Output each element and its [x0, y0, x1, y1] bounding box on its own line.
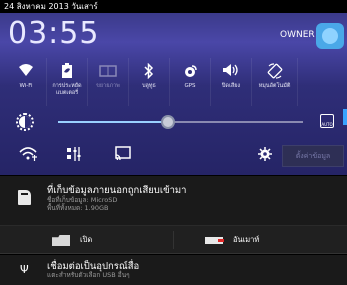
- tile-label: หมุนอัตโนมัติ: [258, 83, 291, 89]
- bluetooth-icon: [144, 62, 154, 83]
- user-name[interactable]: OWNER: [280, 30, 315, 40]
- unmount-icon: [205, 237, 224, 244]
- tile-label: การประหยัดแบตเตอรี่: [52, 83, 82, 96]
- auto-brightness-button[interactable]: AUTO: [320, 114, 334, 128]
- notification-line: ชื่อที่เก็บข้อมูล: MicroSD: [47, 196, 118, 204]
- auto-rotate-icon: [267, 63, 283, 83]
- divider: [173, 231, 174, 249]
- folder-icon: [52, 235, 70, 246]
- settings-label: ตั้งค่าข้อมูล: [295, 152, 331, 160]
- tile-label: Wi-Fi: [19, 83, 33, 89]
- gps-icon: [182, 63, 198, 83]
- tile-battery-saver[interactable]: การประหยัดแบตเตอรี่: [47, 58, 88, 106]
- brightness-row: AUTO: [0, 107, 347, 137]
- quick-settings-tiles: Wi-Fi การประหยัดแบตเตอรี่ ขยายภาพ บลูทูธ…: [6, 58, 343, 106]
- brightness-thumb[interactable]: [161, 115, 176, 129]
- notification-line: แตะสำหรับตัวเลือก USB อื่นๆ: [47, 271, 130, 279]
- tile-label: ปิดเสียง: [221, 83, 241, 89]
- notification-actions: เปิด อันเมาท์: [0, 226, 347, 254]
- battery-saver-icon: [61, 63, 73, 83]
- quick-actions-row: ตั้งค่าข้อมูล: [0, 138, 347, 175]
- open-button[interactable]: เปิด: [80, 226, 92, 254]
- notification-line: พื้นที่ทั้งหมด: 1.90GB: [47, 204, 109, 212]
- sd-card-icon: [18, 190, 31, 205]
- unmount-button[interactable]: อันเมาท์: [233, 226, 259, 254]
- status-date: 24 สิงหาคม 2013 วันเสาร์: [4, 2, 98, 11]
- audio-wizard-icon[interactable]: [66, 146, 82, 167]
- notification-sd-card[interactable]: ที่เก็บข้อมูลภายนอกถูกเสียบเข้ามา ชื่อที…: [0, 176, 347, 226]
- usb-icon: Ψ: [20, 263, 29, 276]
- settings-gear-icon[interactable]: [258, 146, 272, 166]
- tile-sound[interactable]: ปิดเสียง: [211, 58, 252, 106]
- tile-label: GPS: [184, 83, 196, 89]
- edge-tab: [343, 109, 347, 125]
- tile-gps[interactable]: GPS: [170, 58, 211, 106]
- wifi-hotspot-icon[interactable]: [18, 146, 38, 167]
- tile-label: บลูทูธ: [142, 83, 156, 89]
- notification-usb[interactable]: Ψ เชื่อมต่อเป็นอุปกรณ์สื่อ แตะสำหรับตัวเ…: [0, 255, 347, 285]
- status-bar: 24 สิงหาคม 2013 วันเสาร์: [0, 0, 347, 13]
- screen-cast-icon[interactable]: [114, 146, 132, 167]
- clock[interactable]: 03:55: [8, 16, 99, 51]
- tile-auto-rotate[interactable]: หมุนอัตโนมัติ: [252, 58, 298, 106]
- tile-wifi[interactable]: Wi-Fi: [6, 58, 47, 106]
- brightness-fill: [58, 121, 169, 123]
- user-avatar[interactable]: [316, 23, 344, 49]
- brightness-slider[interactable]: [58, 115, 303, 129]
- wifi-icon: [18, 63, 34, 83]
- settings-button[interactable]: ตั้งค่าข้อมูล: [282, 145, 344, 167]
- brightness-icon: [16, 113, 34, 131]
- tile-label: ขยายภาพ: [96, 83, 120, 89]
- tile-bluetooth[interactable]: บลูทูธ: [129, 58, 170, 106]
- auto-label: AUTO: [321, 122, 333, 127]
- tile-reading-mode[interactable]: ขยายภาพ: [88, 58, 129, 106]
- reading-mode-icon: [99, 63, 117, 83]
- sound-icon: [222, 63, 240, 83]
